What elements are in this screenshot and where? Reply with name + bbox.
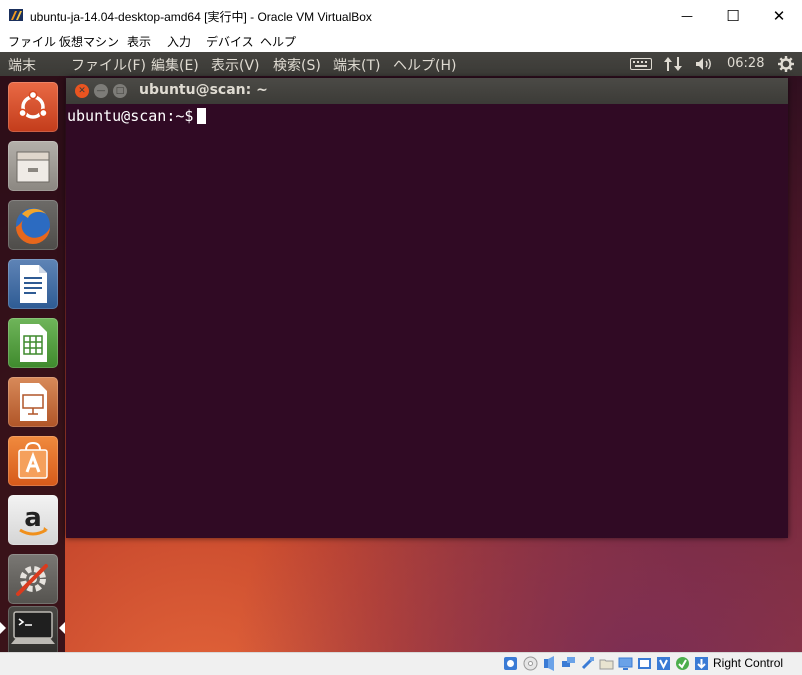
keyboard-icon [630,58,652,70]
shared-folder-icon[interactable] [599,656,614,671]
keyboard-indicator[interactable] [628,52,654,76]
launcher-software-center[interactable] [8,436,58,486]
session-indicator[interactable] [774,52,798,76]
launcher-focus-arrow-icon [59,622,65,634]
firefox-icon [16,208,50,244]
menu-devices[interactable]: デバイス [206,33,254,50]
close-icon: ✕ [772,6,786,25]
menu-help[interactable]: ヘルプ [260,33,296,50]
writer-icon [20,265,47,303]
terminal-menu-help[interactable]: ヘルプ(H) [393,55,456,75]
calc-icon [20,324,47,362]
prompt-text: ubuntu@scan:~$ [67,107,194,125]
minimize-button[interactable]: — [664,0,710,31]
terminal-menu-search[interactable]: 検索(S) [273,55,321,75]
launcher-firefox[interactable] [8,200,58,250]
close-icon: ✕ [78,86,86,96]
keyboard-capture-icon[interactable] [694,656,709,671]
svg-text:a: a [24,503,42,533]
menu-input[interactable]: 入力 [167,33,191,50]
terminal-prompt[interactable]: ubuntu@scan:~$ [67,107,207,125]
system-settings-icon [16,564,48,596]
impress-icon [20,383,47,421]
terminal-window[interactable]: ✕ — □ ubuntu@scan: ~ ubuntu@scan:~$ [66,78,788,538]
network-arrows-icon [664,57,682,71]
video-capture-icon[interactable] [637,656,652,671]
maximize-icon: ☐ [726,6,740,25]
launcher-impress[interactable] [8,377,58,427]
audio-icon[interactable] [542,656,557,671]
launcher-dash[interactable] [8,82,58,132]
amazon-icon: a [19,503,48,536]
close-button[interactable]: ✕ [756,0,802,31]
launcher-terminal[interactable] [8,606,58,652]
hard-disk-icon[interactable] [503,656,518,671]
terminal-maximize-button[interactable]: □ [113,84,127,98]
unity-launcher: a [0,76,65,652]
launcher-system-settings[interactable] [8,554,58,604]
volume-icon [696,58,711,70]
launcher-calc[interactable] [8,318,58,368]
terminal-icon [11,611,55,644]
launcher-files[interactable] [8,141,58,191]
menu-file[interactable]: ファイル [8,33,56,50]
text-cursor [197,108,207,124]
launcher-writer[interactable] [8,259,58,309]
minimize-icon: — [96,86,106,96]
terminal-menu-edit[interactable]: 編集(E) [151,55,199,75]
ubuntu-top-panel: 端末 ファイル(F) 編集(E) 表示(V) 検索(S) 端末(T) ヘルプ(H… [0,52,802,76]
launcher-amazon[interactable]: a [8,495,58,545]
ubuntu-logo-icon [18,90,48,119]
terminal-titlebar[interactable]: ✕ — □ ubuntu@scan: ~ [66,78,788,104]
vbox-menubar: ファイル 仮想マシン 表示 入力 デバイス ヘルプ [0,31,802,52]
guest-screen[interactable]: 端末 ファイル(F) 編集(E) 表示(V) 検索(S) 端末(T) ヘルプ(H… [0,52,802,652]
optical-drive-icon[interactable] [523,656,538,671]
minimize-icon: — [681,8,693,23]
virtualbox-icon [9,9,23,21]
software-center-icon [18,441,48,479]
terminal-close-button[interactable]: ✕ [75,84,89,98]
launcher-active-arrow-icon [0,622,6,634]
vbox-statusbar: Right Control [0,652,802,675]
usb-icon[interactable] [580,656,595,671]
window-title: ubuntu-ja-14.04-desktop-amd64 [実行中] - Or… [30,10,372,24]
panel-app-name: 端末 [8,58,36,74]
terminal-minimize-button[interactable]: — [94,84,108,98]
files-icon [16,151,50,183]
window-titlebar: ubuntu-ja-14.04-desktop-amd64 [実行中] - Or… [0,0,802,31]
host-key-label[interactable]: Right Control [713,656,783,670]
terminal-menu-terminal[interactable]: 端末(T) [333,55,380,75]
mouse-integration-icon[interactable] [675,656,690,671]
network-icon[interactable] [561,656,576,671]
sound-indicator[interactable] [693,52,717,76]
terminal-menu-file[interactable]: ファイル(F) [71,55,146,75]
maximize-icon: □ [115,86,125,96]
network-indicator[interactable] [661,52,685,76]
vt-x-icon[interactable] [656,656,671,671]
terminal-menu-view[interactable]: 表示(V) [211,55,260,75]
terminal-body[interactable]: ubuntu@scan:~$ [66,104,788,538]
gear-icon [778,56,794,72]
maximize-button[interactable]: ☐ [710,0,756,31]
menu-view[interactable]: 表示 [127,33,151,50]
terminal-title: ubuntu@scan: ~ [139,82,268,98]
menu-machine[interactable]: 仮想マシン [59,33,119,50]
display-icon[interactable] [618,656,633,671]
panel-clock[interactable]: 06:28 [727,56,764,71]
